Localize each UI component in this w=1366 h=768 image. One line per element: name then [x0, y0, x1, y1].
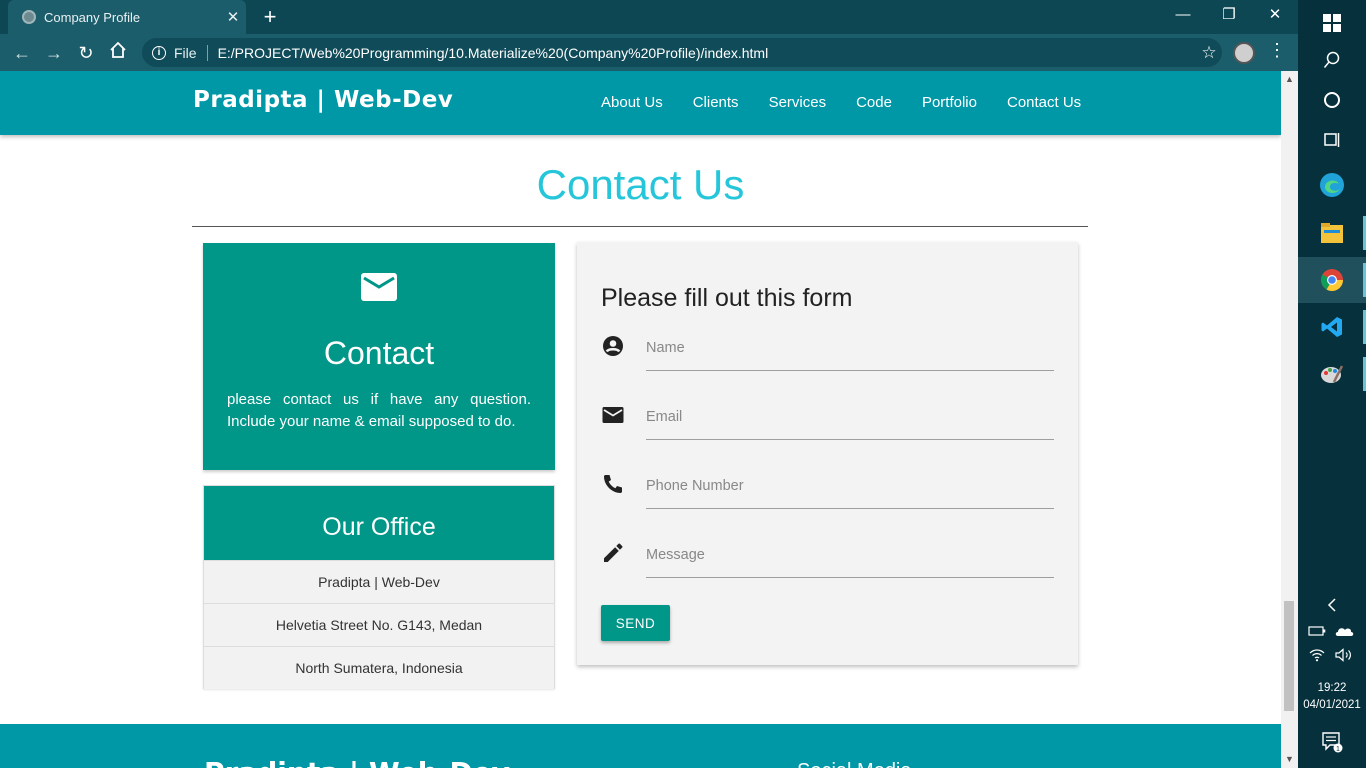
url-text[interactable]: E:/PROJECT/Web%20Programming/10.Material…: [218, 45, 1196, 61]
browser-tab[interactable]: Company Profile ✕: [8, 0, 246, 34]
site-footer: Pradipta | Web-Dev Social Media: [0, 724, 1281, 768]
bookmark-star-icon[interactable]: ☆: [1196, 43, 1222, 63]
chrome-icon[interactable]: [1298, 257, 1366, 303]
browser-toolbar: ← → ↻ i File E:/PROJECT/Web%20Programmin…: [0, 34, 1298, 71]
site-brand[interactable]: Pradipta | Web-Dev: [193, 87, 453, 113]
nav-link-code[interactable]: Code: [841, 71, 907, 135]
contact-card-description: please contact us if have any question. …: [227, 391, 531, 430]
new-tab-button[interactable]: +: [258, 4, 282, 30]
paint-icon[interactable]: [1298, 351, 1366, 397]
notification-center-icon[interactable]: 1: [1298, 722, 1366, 762]
site-navbar: Pradipta | Web-Dev About Us Clients Serv…: [0, 71, 1281, 135]
notification-count-badge: 1: [1336, 746, 1340, 753]
contact-card-title: Contact: [323, 335, 435, 371]
file-explorer-icon[interactable]: [1298, 210, 1366, 256]
windows-taskbar: 19:22 04/01/2021 1: [1298, 0, 1366, 768]
message-input[interactable]: [646, 536, 1054, 578]
office-title: Our Office: [204, 486, 554, 560]
nav-links: About Us Clients Services Code Portfolio…: [586, 71, 1096, 135]
protocol-label: File: [174, 44, 197, 61]
account-circle-icon: [603, 336, 623, 356]
browser-tab-bar: Company Profile ✕ + — ❐ ✕: [0, 0, 1298, 34]
clock-date: 04/01/2021: [1303, 699, 1361, 711]
contact-card: Contact please contact us if have any qu…: [203, 243, 555, 470]
scroll-down-icon[interactable]: ▼: [1285, 754, 1294, 764]
form-title: Please fill out this form: [601, 284, 853, 312]
nav-link-services[interactable]: Services: [754, 71, 842, 135]
back-icon[interactable]: ←: [9, 40, 35, 66]
office-line: Pradipta | Web-Dev: [204, 560, 554, 603]
battery-icon[interactable]: [1304, 620, 1330, 642]
page-scrollbar[interactable]: ▲ ▼: [1281, 71, 1298, 768]
forward-icon[interactable]: →: [41, 40, 67, 66]
globe-icon: [22, 10, 36, 24]
address-bar[interactable]: i File E:/PROJECT/Web%20Programming/10.M…: [142, 38, 1222, 67]
minimize-icon[interactable]: —: [1160, 0, 1206, 32]
wifi-icon[interactable]: [1304, 644, 1330, 666]
footer-social-heading: Social Media: [797, 760, 912, 768]
info-icon[interactable]: i: [152, 45, 166, 60]
page-viewport: Pradipta | Web-Dev About Us Clients Serv…: [0, 71, 1281, 768]
office-line: Helvetia Street No. G143, Medan: [204, 603, 554, 646]
restore-icon[interactable]: ❐: [1206, 0, 1252, 32]
send-button[interactable]: SEND: [601, 605, 670, 641]
phone-field: [601, 467, 1054, 514]
pencil-icon: [604, 543, 623, 562]
edge-icon[interactable]: [1298, 162, 1366, 208]
task-view-icon[interactable]: [1298, 117, 1366, 163]
profile-avatar[interactable]: [1233, 42, 1255, 64]
nav-link-clients[interactable]: Clients: [678, 71, 754, 135]
contact-form-card: Please fill out this form: [577, 242, 1078, 665]
section-divider: [192, 226, 1088, 227]
name-field: [601, 329, 1054, 376]
nav-link-about[interactable]: About Us: [586, 71, 678, 135]
office-line: North Sumatera, Indonesia: [204, 646, 554, 689]
email-input[interactable]: [646, 398, 1054, 440]
phone-input[interactable]: [646, 467, 1054, 509]
scrollbar-thumb[interactable]: [1284, 601, 1294, 711]
volume-icon[interactable]: [1330, 644, 1358, 666]
scroll-up-icon[interactable]: ▲: [1285, 74, 1294, 84]
email-field: [601, 398, 1054, 445]
home-icon[interactable]: [105, 40, 131, 66]
taskbar-clock[interactable]: 19:22 04/01/2021: [1298, 680, 1366, 714]
close-window-icon[interactable]: ✕: [1252, 0, 1298, 32]
reload-icon[interactable]: ↻: [73, 40, 99, 66]
menu-kebab-icon[interactable]: ⋮: [1268, 40, 1286, 61]
footer-brand: Pradipta | Web-Dev: [204, 756, 510, 768]
onedrive-icon[interactable]: [1330, 620, 1358, 642]
office-card: Our Office Pradipta | Web-Dev Helvetia S…: [203, 485, 555, 689]
nav-link-portfolio[interactable]: Portfolio: [907, 71, 992, 135]
name-input[interactable]: [646, 329, 1054, 371]
tab-title: Company Profile: [44, 9, 141, 25]
nav-link-contact[interactable]: Contact Us: [992, 71, 1096, 135]
phone-icon: [604, 475, 622, 493]
clock-time: 19:22: [1317, 682, 1347, 694]
section-title: Contact Us: [536, 161, 745, 208]
mail-icon: [361, 273, 397, 301]
close-tab-icon[interactable]: ✕: [220, 8, 246, 26]
vscode-icon[interactable]: [1298, 304, 1366, 350]
email-icon: [602, 407, 624, 423]
message-field: [601, 536, 1054, 583]
omnibox-divider: [206, 44, 208, 61]
